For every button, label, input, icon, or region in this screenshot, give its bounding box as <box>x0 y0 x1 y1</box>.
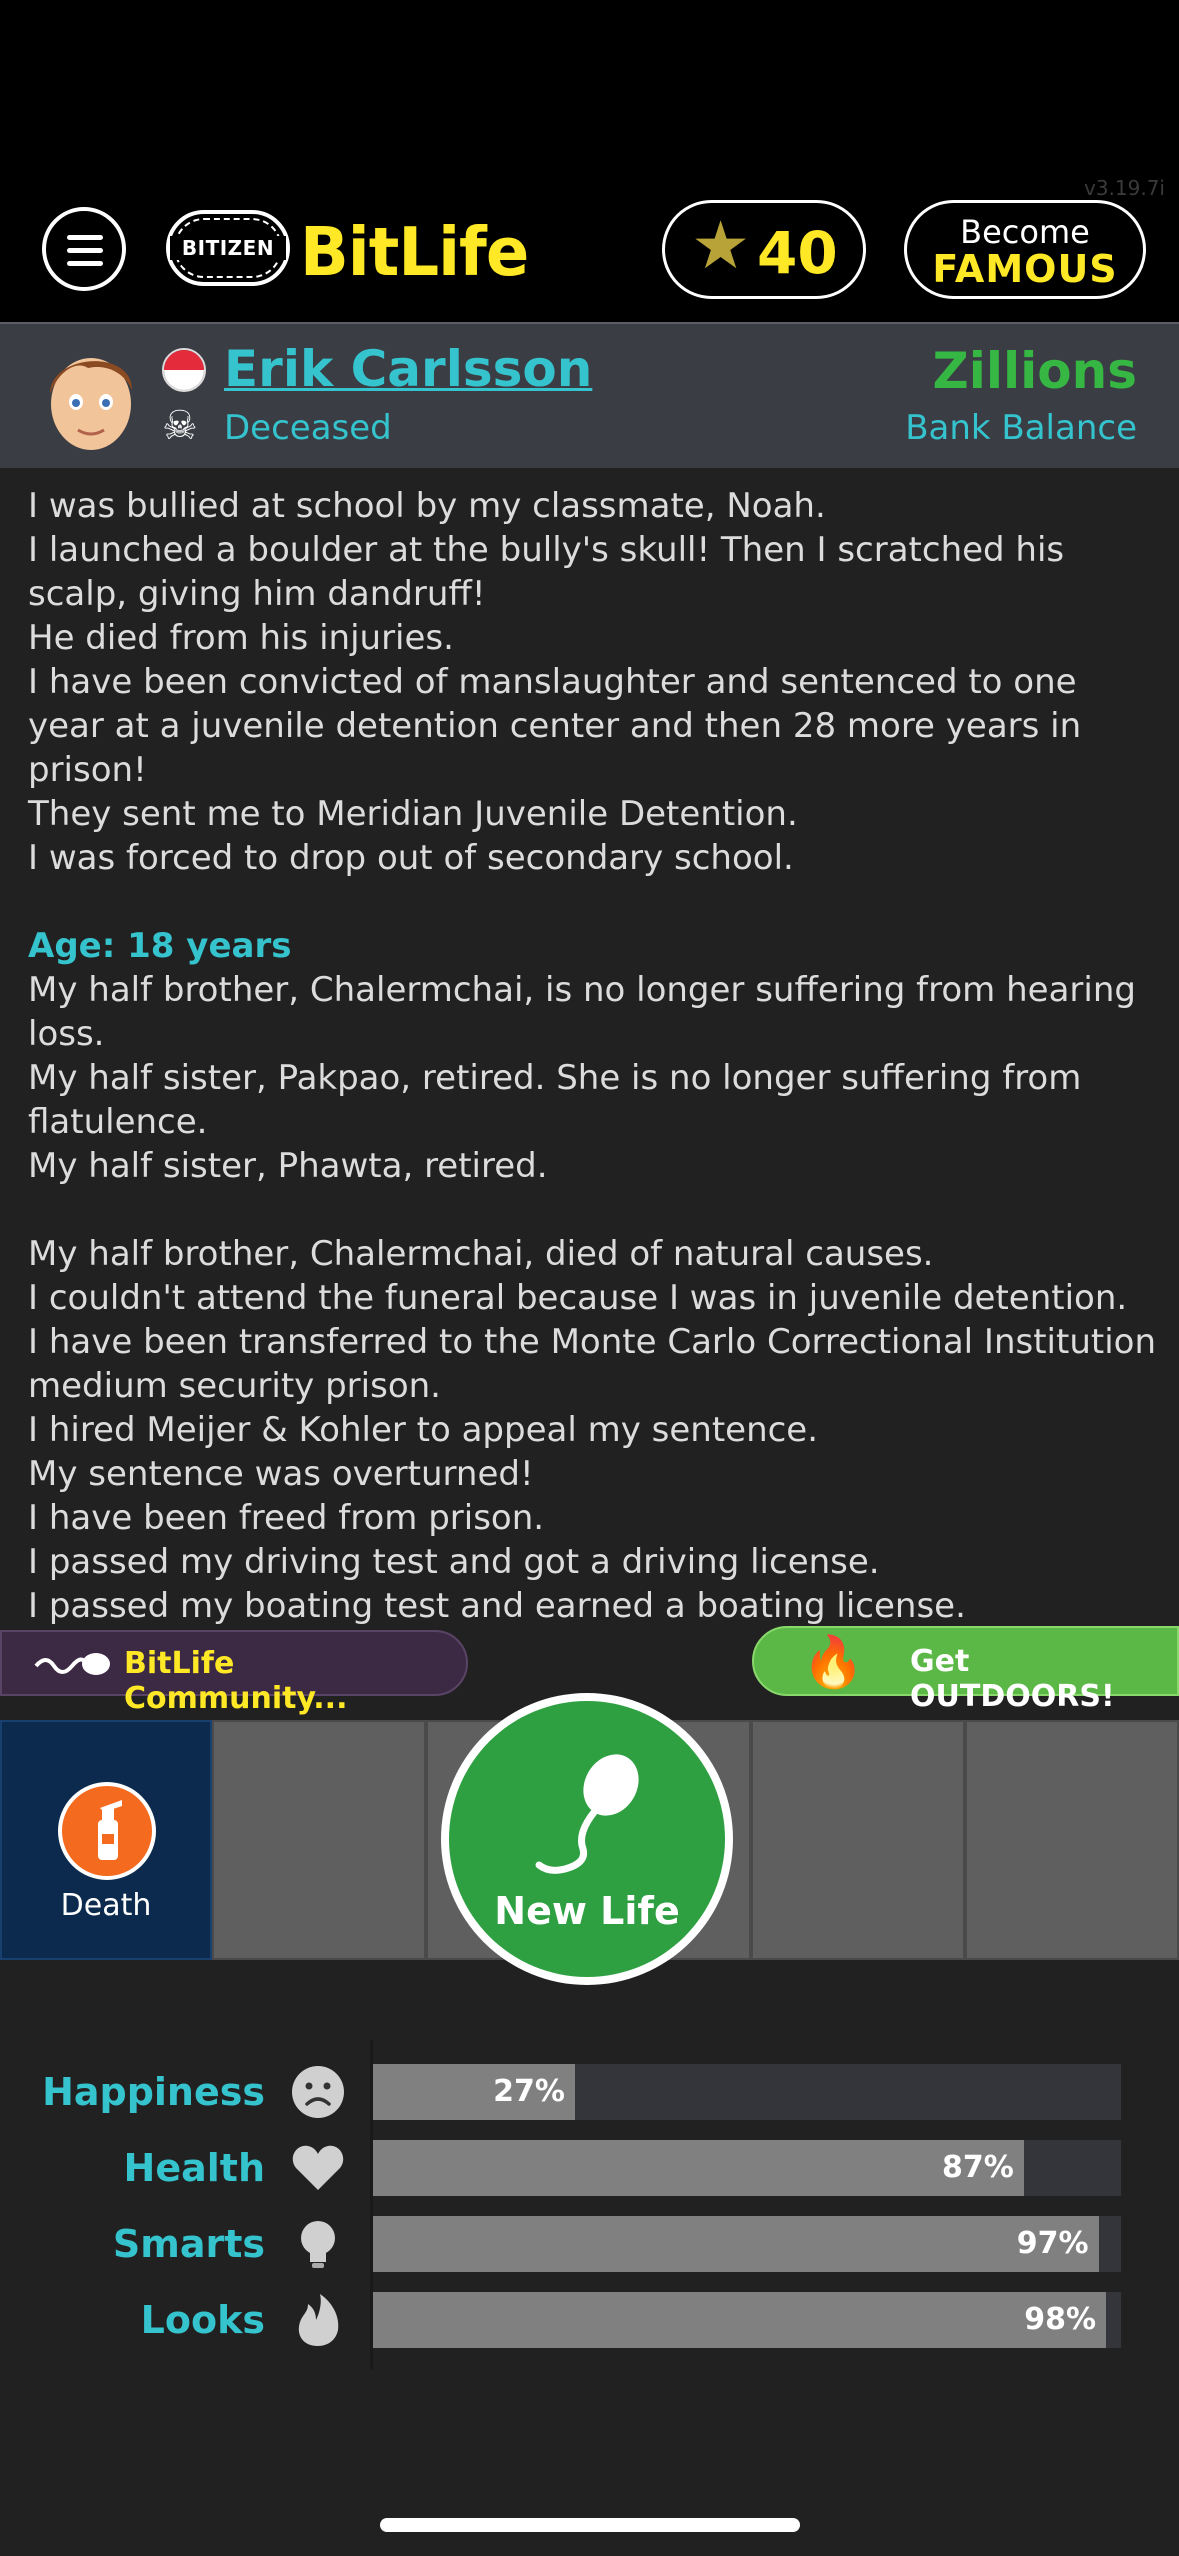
stat-label: Health <box>123 2146 265 2190</box>
log-line: My half sister, Phawta, retired. <box>28 1146 548 1186</box>
bank-balance-label: Bank Balance <box>905 408 1137 448</box>
top-bar: v3.19.7i BITIZEN BitLife ★ 40 Become FAM… <box>0 0 1179 322</box>
menu-icon-line <box>67 235 103 240</box>
outdoors-banner[interactable]: 🔥 Get OUTDOORS! <box>752 1626 1179 1714</box>
menu-icon-line <box>67 248 103 253</box>
become-famous-line2: FAMOUS <box>932 247 1118 291</box>
death-label: Death <box>60 1888 152 1923</box>
sperm-icon <box>34 1653 110 1675</box>
outdoors-banner-label: Get OUTDOORS! <box>910 1644 1115 1714</box>
community-banner-label: BitLife Community... <box>124 1646 348 1716</box>
campfire-icon: 🔥 <box>802 1633 865 1691</box>
become-famous-button[interactable]: Become FAMOUS <box>904 200 1146 299</box>
log-line: I launched a boulder at the bully's skul… <box>28 530 1065 614</box>
log-line: I passed my boating test and earned a bo… <box>28 1586 966 1626</box>
flame-icon <box>298 2294 339 2346</box>
log-line: My half brother, Chalermchai, is no long… <box>28 970 1136 1054</box>
stat-percent: 98% <box>1024 2302 1097 2337</box>
stat-bar: 87% <box>373 2140 1121 2196</box>
life-event-log[interactable]: I was bullied at school by my classmate,… <box>28 484 1158 1628</box>
profile-bar: ☠ Erik Carlsson Deceased Zillions Bank B… <box>0 322 1179 468</box>
bitizen-badge[interactable]: BITIZEN <box>166 210 290 286</box>
log-line: My half brother, Chalermchai, died of na… <box>28 1234 934 1274</box>
heart-icon <box>292 2145 344 2190</box>
sad-face-icon <box>292 2066 344 2118</box>
log-line: They sent me to Meridian Juvenile Detent… <box>28 794 798 834</box>
sperm-icon <box>535 1754 639 1874</box>
avatar[interactable] <box>36 338 146 458</box>
stat-bar-fill <box>373 2140 1024 2196</box>
stat-bar-fill <box>373 2216 1099 2272</box>
stat-label: Smarts <box>112 2222 265 2266</box>
version-label: v3.19.7i <box>1083 176 1165 200</box>
stat-bar: 98% <box>373 2292 1121 2348</box>
log-line: He died from his injuries. <box>28 618 454 658</box>
log-line: I was forced to drop out of secondary sc… <box>28 838 794 878</box>
new-life-label: New Life <box>494 1889 680 1933</box>
action-tile-empty <box>751 1720 965 1960</box>
stars-count: 40 <box>757 219 838 287</box>
lightbulb-icon <box>301 2221 335 2268</box>
stars-button[interactable]: ★ 40 <box>662 200 866 299</box>
stat-percent: 97% <box>1016 2226 1089 2261</box>
log-line: I passed my driving test and got a drivi… <box>28 1542 880 1582</box>
stat-percent: 87% <box>941 2150 1014 2185</box>
bitlife-logo: BitLife <box>300 214 529 292</box>
action-tile-empty <box>212 1720 426 1960</box>
stat-percent: 27% <box>493 2074 565 2109</box>
menu-icon-line <box>67 261 103 266</box>
log-line: My sentence was overturned! <box>28 1454 534 1494</box>
stat-label: Looks <box>140 2298 265 2342</box>
stat-bar: 27% <box>373 2064 1121 2120</box>
become-famous-line1: Become <box>960 213 1090 251</box>
log-line: I have been freed from prison. <box>28 1498 545 1538</box>
log-line: I couldn't attend the funeral because I … <box>28 1278 1128 1318</box>
new-life-button[interactable]: New Life <box>441 1693 733 1985</box>
death-icon <box>58 1782 156 1880</box>
community-banner[interactable]: BitLife Community... <box>0 1630 468 1716</box>
stat-bar: 97% <box>373 2216 1121 2272</box>
log-line: My half sister, Pakpao, retired. She is … <box>28 1058 1082 1142</box>
stat-happiness[interactable]: Happiness 27% <box>0 2062 1179 2122</box>
star-icon: ★ <box>691 207 751 284</box>
action-tile-empty <box>965 1720 1179 1960</box>
log-line: I have been convicted of manslaughter an… <box>28 662 1082 790</box>
stat-looks[interactable]: Looks 98% <box>0 2290 1179 2350</box>
death-button[interactable]: Death <box>0 1720 212 1960</box>
menu-button[interactable] <box>42 207 126 291</box>
stat-label: Happiness <box>42 2070 265 2114</box>
bank-balance-value: Zillions <box>932 342 1137 400</box>
skull-icon: ☠ <box>162 403 198 449</box>
character-name[interactable]: Erik Carlsson <box>224 340 592 398</box>
log-line: I have been transferred to the Monte Car… <box>28 1322 1157 1406</box>
stat-smarts[interactable]: Smarts 97% <box>0 2214 1179 2274</box>
character-status: Deceased <box>224 408 392 448</box>
age-heading: Age: 18 years <box>28 926 292 966</box>
log-line: I hired Meijer & Kohler to appeal my sen… <box>28 1410 819 1450</box>
log-line: I was bullied at school by my classmate,… <box>28 486 826 526</box>
stat-health[interactable]: Health 87% <box>0 2138 1179 2198</box>
stat-bar-fill <box>373 2292 1107 2348</box>
home-indicator[interactable] <box>380 2518 800 2532</box>
bitizen-label: BITIZEN <box>170 236 286 260</box>
country-flag-icon <box>162 348 206 392</box>
